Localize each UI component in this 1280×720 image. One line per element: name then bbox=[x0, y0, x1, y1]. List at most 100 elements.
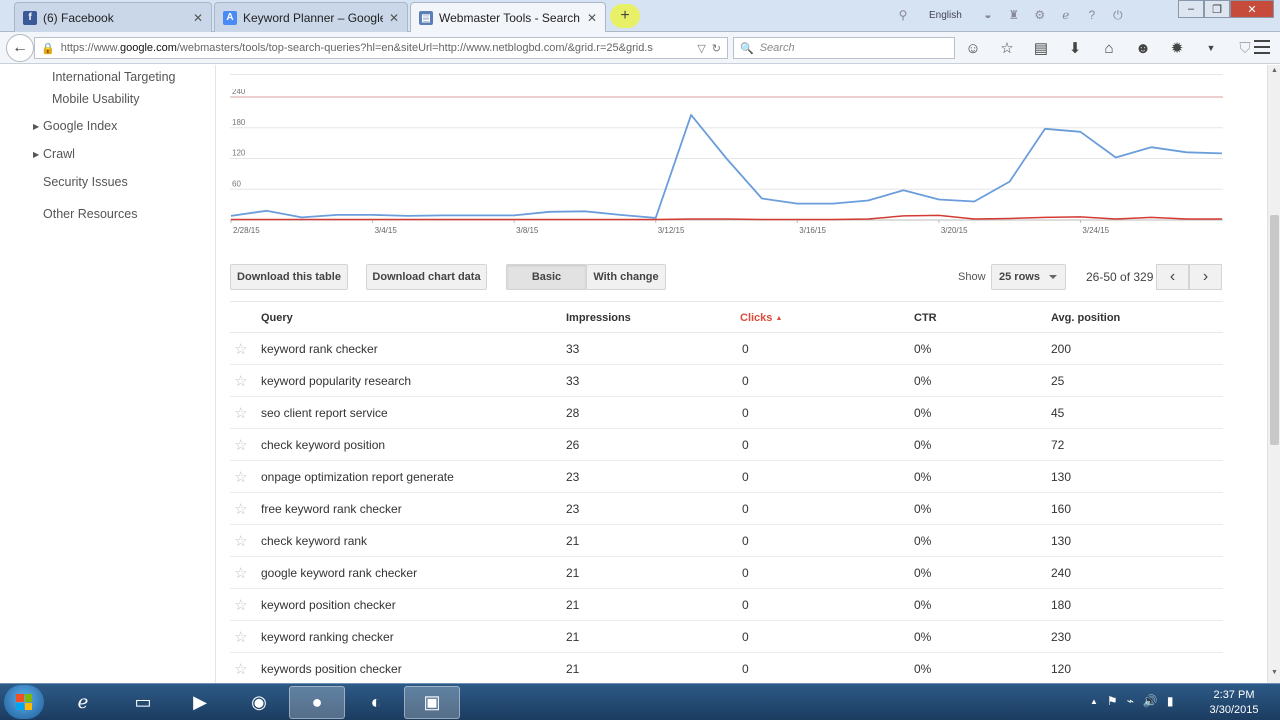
tab-webmaster-tools[interactable]: ▤ Webmaster Tools - Search ... ✕ bbox=[410, 2, 606, 33]
star-icon[interactable]: ☆ bbox=[234, 404, 247, 422]
menu-icon[interactable] bbox=[1254, 40, 1270, 54]
next-page-button[interactable]: › bbox=[1189, 264, 1222, 290]
sidebar-item-mobile-usability[interactable]: Mobile Usability bbox=[52, 92, 140, 106]
view-with-change-button[interactable]: With change bbox=[586, 264, 666, 290]
star-icon[interactable]: ☆ bbox=[234, 340, 247, 358]
column-header-ctr[interactable]: CTR bbox=[914, 312, 937, 324]
search-input[interactable]: 🔍 Search bbox=[733, 37, 955, 59]
star-icon[interactable]: ☆ bbox=[234, 660, 247, 678]
star-icon[interactable]: ☆ bbox=[234, 564, 247, 582]
star-icon[interactable]: ☆ bbox=[234, 372, 247, 390]
table-row[interactable]: ☆ check keyword rank 21 0 0% 130 bbox=[230, 525, 1223, 557]
volume-icon[interactable]: 🔊 bbox=[1143, 694, 1158, 708]
star-icon[interactable]: ☆ bbox=[234, 468, 247, 486]
page-scrollbar[interactable]: ▲ ▼ bbox=[1267, 65, 1280, 683]
table-row[interactable]: ☆ keywords position checker 21 0 0% 120 bbox=[230, 653, 1223, 683]
back-button[interactable]: ← bbox=[6, 34, 34, 62]
close-tab-icon[interactable]: ✕ bbox=[587, 11, 597, 25]
scrollbar-thumb[interactable] bbox=[1270, 215, 1279, 445]
start-button[interactable] bbox=[4, 685, 44, 719]
tab-facebook[interactable]: f (6) Facebook ✕ bbox=[14, 2, 212, 32]
chevron-down-icon[interactable]: ▼ bbox=[1200, 38, 1222, 58]
sidebar: International Targeting Mobile Usability… bbox=[0, 65, 216, 683]
tray-tool-icon[interactable]: ♜ bbox=[1006, 7, 1022, 23]
tray-ie-icon[interactable]: ℯ bbox=[1058, 7, 1074, 23]
cell-clicks: 0 bbox=[742, 342, 749, 356]
scroll-up-icon[interactable]: ▲ bbox=[1269, 67, 1280, 79]
star-icon[interactable]: ☆ bbox=[234, 436, 247, 454]
power-icon[interactable]: ⏻ bbox=[1110, 7, 1126, 23]
minimize-button[interactable]: – bbox=[1178, 0, 1204, 18]
help-icon[interactable]: ? bbox=[1084, 7, 1100, 23]
cell-avg-position: 180 bbox=[1051, 598, 1072, 612]
tray-hat-icon[interactable]: ◒ bbox=[980, 7, 996, 23]
chat-icon[interactable]: ☻ bbox=[1132, 38, 1154, 58]
media-player-icon[interactable]: ▶ bbox=[172, 686, 228, 719]
scroll-down-icon[interactable]: ▼ bbox=[1269, 669, 1280, 681]
sidebar-item-label: Google Index bbox=[43, 119, 118, 133]
download-chart-data-button[interactable]: Download chart data bbox=[366, 264, 487, 290]
table-row[interactable]: ☆ keyword ranking checker 21 0 0% 230 bbox=[230, 621, 1223, 653]
cell-query: keyword position checker bbox=[261, 598, 396, 612]
column-header-avg-position[interactable]: Avg. position bbox=[1051, 312, 1120, 324]
sidebar-item-google-index[interactable]: ▶ Google Index bbox=[33, 119, 117, 133]
tab-title: Keyword Planner – Google ... bbox=[243, 10, 383, 25]
tray-settings-icon[interactable]: ⚙ bbox=[1032, 7, 1048, 23]
system-toolbar: ⚲ English ◒ ♜ ⚙ ℯ ? ⏻ bbox=[895, 4, 1126, 26]
star-icon[interactable]: ☆ bbox=[234, 628, 247, 646]
bookmark-star-icon[interactable]: ☆ bbox=[996, 38, 1018, 58]
close-window-button[interactable]: ✕ bbox=[1230, 0, 1274, 18]
shield-icon[interactable]: ⛉ bbox=[1234, 38, 1256, 58]
column-header-query[interactable]: Query bbox=[261, 312, 293, 324]
close-tab-icon[interactable]: ✕ bbox=[389, 11, 399, 25]
view-basic-button[interactable]: Basic bbox=[506, 264, 587, 290]
chrome-icon[interactable]: ◉ bbox=[231, 686, 287, 719]
column-header-clicks[interactable]: Clicks ▲ bbox=[740, 312, 782, 324]
sidebar-item-security-issues[interactable]: Security Issues bbox=[43, 175, 128, 189]
signal-icon[interactable]: ▮ bbox=[1167, 694, 1174, 708]
tab-keyword-planner[interactable]: A Keyword Planner – Google ... ✕ bbox=[214, 2, 408, 32]
star-icon[interactable]: ☆ bbox=[234, 532, 247, 550]
firefox-icon[interactable]: ● bbox=[289, 686, 345, 719]
table-row[interactable]: ☆ google keyword rank checker 21 0 0% 240 bbox=[230, 557, 1223, 589]
network-plug-icon[interactable]: ⌁ bbox=[1127, 694, 1134, 708]
camtasia-icon[interactable]: ◐ bbox=[348, 686, 404, 719]
window-icon[interactable]: ▣ bbox=[404, 686, 460, 719]
show-hidden-icons-icon[interactable]: ▲ bbox=[1090, 697, 1098, 706]
table-row[interactable]: ☆ keyword position checker 21 0 0% 180 bbox=[230, 589, 1223, 621]
table-row[interactable]: ☆ keyword rank checker 33 0 0% 200 bbox=[230, 333, 1223, 365]
new-tab-button[interactable]: + bbox=[610, 4, 640, 28]
cell-query: keyword ranking checker bbox=[261, 630, 394, 644]
downloads-icon[interactable]: ⬇ bbox=[1064, 38, 1086, 58]
star-icon[interactable]: ☆ bbox=[234, 500, 247, 518]
reload-icon[interactable]: ↻ bbox=[712, 42, 721, 55]
table-row[interactable]: ☆ free keyword rank checker 23 0 0% 160 bbox=[230, 493, 1223, 525]
language-indicator[interactable]: English bbox=[921, 10, 970, 21]
star-icon[interactable]: ☆ bbox=[234, 596, 247, 614]
address-bar[interactable]: 🔒 https://www.google.com/webmasters/tool… bbox=[34, 37, 728, 59]
column-header-impressions[interactable]: Impressions bbox=[566, 312, 631, 324]
extension-icon[interactable]: ☺ bbox=[962, 38, 984, 58]
taskbar-clock[interactable]: 2:37 PM 3/30/2015 bbox=[1202, 688, 1266, 718]
flag-icon[interactable]: ⚑ bbox=[1107, 694, 1118, 708]
sidebar-item-international-targeting[interactable]: International Targeting bbox=[52, 70, 175, 84]
previous-page-button[interactable]: ‹ bbox=[1156, 264, 1189, 290]
language-bar-icon[interactable]: ⚲ bbox=[895, 7, 911, 23]
ie-icon[interactable]: ℯ bbox=[55, 686, 111, 719]
sidebar-item-other-resources[interactable]: Other Resources bbox=[43, 207, 137, 221]
download-table-button[interactable]: Download this table bbox=[230, 264, 348, 290]
home-icon[interactable]: ⌂ bbox=[1098, 38, 1120, 58]
reading-list-icon[interactable]: ▤ bbox=[1030, 38, 1052, 58]
cell-query: keywords position checker bbox=[261, 662, 402, 676]
rows-per-page-select[interactable]: 25 rows bbox=[991, 264, 1066, 290]
table-row[interactable]: ☆ keyword popularity research 33 0 0% 25 bbox=[230, 365, 1223, 397]
explorer-icon[interactable]: ▭ bbox=[115, 686, 171, 719]
url-dropdown-icon[interactable]: ▽ bbox=[697, 42, 705, 55]
close-tab-icon[interactable]: ✕ bbox=[193, 11, 203, 25]
table-row[interactable]: ☆ onpage optimization report generate 23 0 0… bbox=[230, 461, 1223, 493]
table-row[interactable]: ☆ seo client report service 28 0 0% 45 bbox=[230, 397, 1223, 429]
addon-icon[interactable]: ✹ bbox=[1166, 38, 1188, 58]
table-row[interactable]: ☆ check keyword position 26 0 0% 72 bbox=[230, 429, 1223, 461]
sidebar-item-crawl[interactable]: ▶ Crawl bbox=[33, 147, 75, 161]
maximize-button[interactable]: ❐ bbox=[1204, 0, 1230, 18]
